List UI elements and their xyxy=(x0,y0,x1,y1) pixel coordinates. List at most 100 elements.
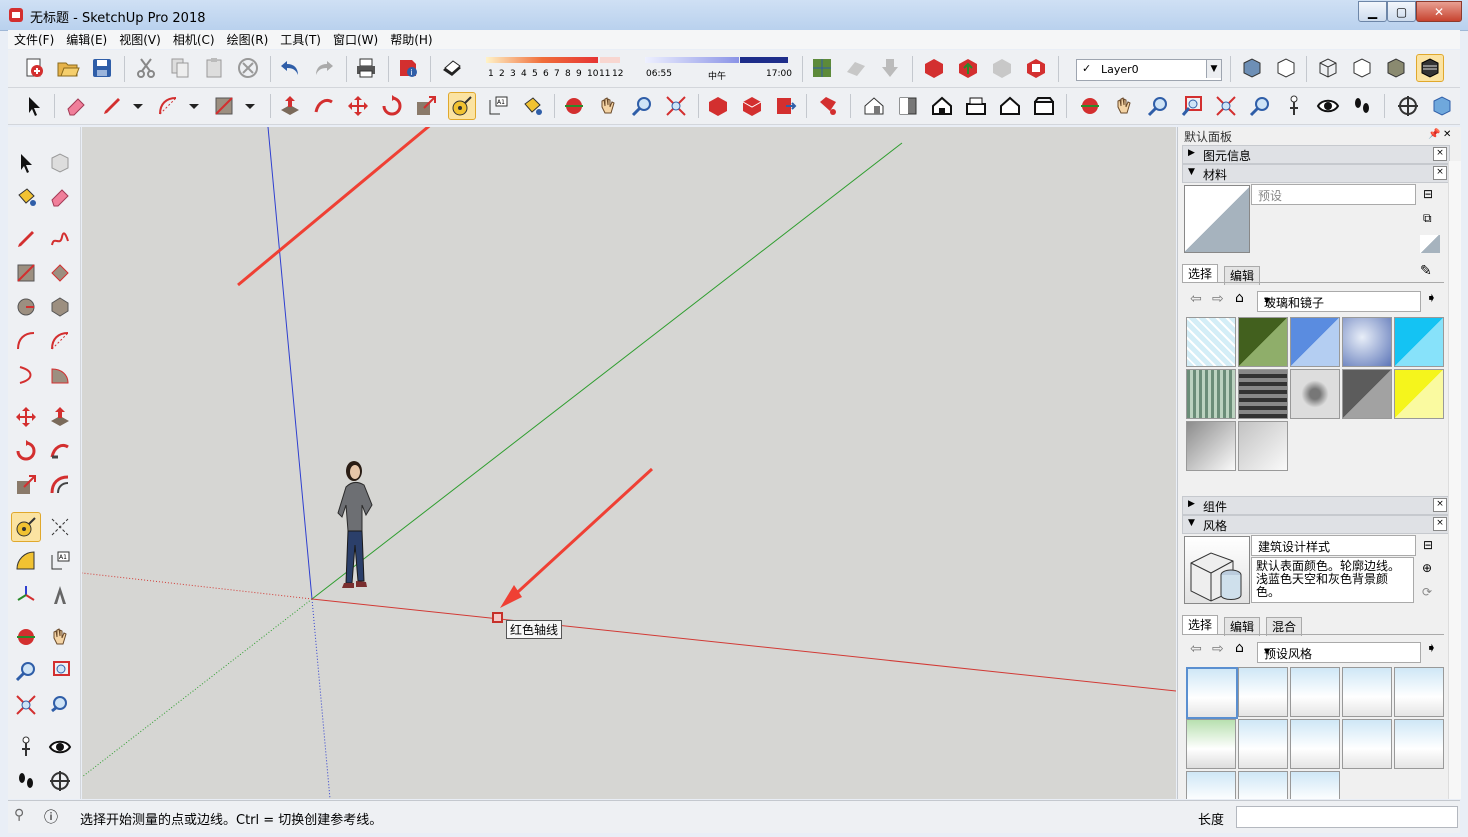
section-plane-tool-icon[interactable] xyxy=(46,767,74,795)
send-to-layout-icon[interactable] xyxy=(772,92,800,120)
style-thumbnail[interactable] xyxy=(1238,667,1288,717)
back-edges-icon[interactable] xyxy=(1272,54,1300,82)
material-swatch[interactable] xyxy=(1186,317,1236,367)
entity-info-header[interactable]: ▶ 图元信息 × xyxy=(1182,145,1450,164)
wireframe-icon[interactable] xyxy=(1314,54,1342,82)
paint-bucket-tool-icon[interactable] xyxy=(12,183,40,211)
material-name-field[interactable]: 预设 xyxy=(1251,184,1416,205)
walk-tool-icon[interactable] xyxy=(12,767,40,795)
share-component-icon[interactable] xyxy=(988,54,1016,82)
back-view-icon[interactable] xyxy=(996,92,1024,120)
arc-tool-icon[interactable] xyxy=(12,327,40,355)
back-arrow-icon[interactable]: ⇦ xyxy=(1190,291,1202,307)
menu-window[interactable]: 窗口(W) xyxy=(327,31,384,48)
push-pull-icon[interactable] xyxy=(276,92,304,120)
freehand-tool-icon[interactable] xyxy=(46,225,74,253)
arc-dropdown-icon[interactable] xyxy=(180,92,208,120)
style-thumbnail[interactable] xyxy=(1290,719,1340,769)
material-swatch[interactable] xyxy=(1290,369,1340,419)
shaded-with-textures-icon[interactable] xyxy=(1416,54,1444,82)
style-thumbnail[interactable] xyxy=(1186,771,1236,799)
material-swatch[interactable] xyxy=(1238,421,1288,471)
month-slider-thumb[interactable] xyxy=(600,57,620,63)
styles-header[interactable]: ▼ 风格 × xyxy=(1182,515,1450,534)
geo-status-icon[interactable]: ⚲ xyxy=(14,807,24,823)
tray-scrollbar[interactable] xyxy=(1448,161,1461,799)
close-section-icon[interactable]: × xyxy=(1433,147,1447,161)
menu-file[interactable]: 文件(F) xyxy=(8,31,60,48)
pin-icon[interactable]: 📌 xyxy=(1428,129,1440,140)
time-slider-track[interactable] xyxy=(645,57,739,63)
rotated-rectangle-icon[interactable] xyxy=(46,259,74,287)
hidden-line-icon[interactable] xyxy=(1348,54,1376,82)
style-thumbnail[interactable] xyxy=(1186,667,1238,719)
paste-icon[interactable] xyxy=(200,54,228,82)
look-around-tool-icon[interactable] xyxy=(46,733,74,761)
menu-draw[interactable]: 绘图(R) xyxy=(221,31,275,48)
save-icon[interactable] xyxy=(88,54,116,82)
style-thumbnail[interactable] xyxy=(1342,667,1392,717)
scale-icon[interactable] xyxy=(412,92,440,120)
3d-warehouse-icon[interactable] xyxy=(704,92,732,120)
dimension-tool-icon[interactable] xyxy=(46,513,74,541)
circle-tool-icon[interactable] xyxy=(12,293,40,321)
close-section-icon[interactable]: × xyxy=(1433,517,1447,531)
line-tool-icon[interactable] xyxy=(12,225,40,253)
arc-icon[interactable] xyxy=(154,92,182,120)
style-thumbnail[interactable] xyxy=(1186,719,1236,769)
measurements-box[interactable] xyxy=(1236,806,1458,828)
shape-dropdown-icon[interactable] xyxy=(236,92,264,120)
material-swatch[interactable] xyxy=(1394,369,1444,419)
components-header[interactable]: ▶ 组件 × xyxy=(1182,496,1450,515)
menu-tools[interactable]: 工具(T) xyxy=(274,31,327,48)
redo-icon[interactable] xyxy=(310,54,338,82)
style-library-dropdown[interactable]: 预设风格 ▼ xyxy=(1257,642,1421,663)
material-swatch[interactable] xyxy=(1186,421,1236,471)
pan-tool-icon[interactable] xyxy=(46,623,74,651)
walk-footprints-icon[interactable] xyxy=(1348,92,1376,120)
sample-paint-eyedropper-icon[interactable]: ✎ xyxy=(1420,263,1432,279)
cut-icon[interactable] xyxy=(132,54,160,82)
month-slider-track[interactable] xyxy=(486,57,598,63)
undo-icon[interactable] xyxy=(276,54,304,82)
front-view-icon[interactable] xyxy=(928,92,956,120)
orbit-2-icon[interactable] xyxy=(1076,92,1104,120)
maximize-button[interactable]: ▢ xyxy=(1387,1,1416,22)
forward-arrow-icon[interactable]: ⇨ xyxy=(1212,641,1224,657)
eraser-icon[interactable] xyxy=(62,92,90,120)
material-swatch[interactable] xyxy=(1394,317,1444,367)
zoom-tool-icon[interactable] xyxy=(12,657,40,685)
previous-view-tool-icon[interactable] xyxy=(46,691,74,719)
follow-me-tool-icon[interactable] xyxy=(46,437,74,465)
model-info-icon[interactable]: i xyxy=(394,54,422,82)
xray-icon[interactable] xyxy=(1238,54,1266,82)
default-material-swatch[interactable] xyxy=(1420,235,1440,253)
extension-warehouse-icon[interactable] xyxy=(1022,54,1050,82)
position-camera-icon[interactable] xyxy=(1280,92,1308,120)
close-section-icon[interactable]: × xyxy=(1433,166,1447,180)
close-section-icon[interactable]: × xyxy=(1433,498,1447,512)
push-pull-tool-icon[interactable] xyxy=(46,403,74,431)
erase-delete-icon[interactable] xyxy=(234,54,262,82)
shadow-toggle-icon[interactable] xyxy=(438,54,466,82)
previous-view-icon[interactable] xyxy=(1246,92,1274,120)
warehouse-icon[interactable] xyxy=(920,54,948,82)
two-point-arc-icon[interactable] xyxy=(46,327,74,355)
orbit-icon[interactable] xyxy=(560,92,588,120)
text-tool-icon[interactable]: A1 xyxy=(46,547,74,575)
style-thumbnail[interactable] xyxy=(1394,667,1444,717)
make-component-icon[interactable] xyxy=(46,149,74,177)
move-tool-icon[interactable] xyxy=(12,403,40,431)
dimensions-icon[interactable]: A1 xyxy=(484,92,512,120)
orbit-tool-icon[interactable] xyxy=(12,623,40,651)
toggle-secondary-pane-icon[interactable]: ⊟ xyxy=(1423,187,1433,201)
select-arrow-icon[interactable] xyxy=(20,92,48,120)
model-viewport[interactable]: 红色轴线 xyxy=(82,127,1176,799)
material-swatch[interactable] xyxy=(1290,317,1340,367)
materials-header[interactable]: ▼ 材料 × xyxy=(1182,164,1450,183)
close-window-button[interactable]: ✕ xyxy=(1416,1,1462,22)
paint-bucket-icon[interactable] xyxy=(518,92,546,120)
layer-dropdown[interactable]: ✓ Layer0 ▼ xyxy=(1076,59,1222,81)
style-thumbnail[interactable] xyxy=(1342,719,1392,769)
zoom-icon[interactable] xyxy=(628,92,656,120)
